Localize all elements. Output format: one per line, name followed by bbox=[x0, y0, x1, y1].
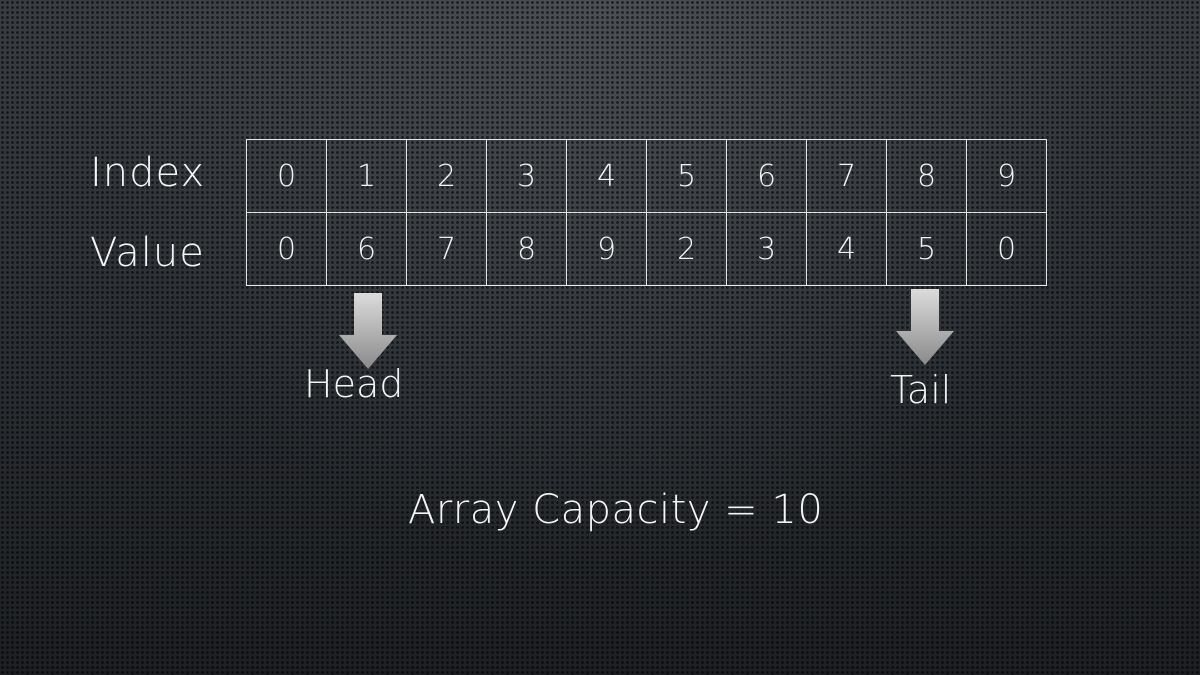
index-cell: 4 bbox=[566, 139, 647, 213]
head-label: Head bbox=[304, 362, 404, 406]
value-cell: 8 bbox=[486, 212, 567, 286]
tail-label: Tail bbox=[890, 368, 952, 412]
value-cell: 0 bbox=[246, 212, 327, 286]
index-row-label: Index bbox=[90, 150, 206, 196]
value-cell: 7 bbox=[406, 212, 487, 286]
index-cell: 9 bbox=[966, 139, 1047, 213]
value-cell: 4 bbox=[806, 212, 887, 286]
index-cell: 7 bbox=[806, 139, 887, 213]
index-cell: 5 bbox=[646, 139, 727, 213]
array-capacity-text: Array Capacity = 10 bbox=[408, 487, 824, 533]
index-cell: 2 bbox=[406, 139, 487, 213]
index-cell: 1 bbox=[326, 139, 407, 213]
index-cell: 8 bbox=[886, 139, 967, 213]
array-table: 0 1 2 3 4 5 6 7 8 9 0 6 7 8 9 2 3 4 5 0 bbox=[246, 139, 1047, 286]
index-cell: 0 bbox=[246, 139, 327, 213]
value-cell: 6 bbox=[326, 212, 407, 286]
index-row: 0 1 2 3 4 5 6 7 8 9 bbox=[246, 139, 1047, 213]
tail-down-arrow-icon bbox=[896, 289, 954, 365]
value-row: 0 6 7 8 9 2 3 4 5 0 bbox=[246, 212, 1047, 286]
value-cell: 9 bbox=[566, 212, 647, 286]
value-row-label: Value bbox=[90, 230, 205, 276]
value-cell: 5 bbox=[886, 212, 967, 286]
value-cell: 2 bbox=[646, 212, 727, 286]
head-down-arrow-icon bbox=[339, 293, 397, 369]
value-cell: 0 bbox=[966, 212, 1047, 286]
index-cell: 6 bbox=[726, 139, 807, 213]
value-cell: 3 bbox=[726, 212, 807, 286]
index-cell: 3 bbox=[486, 139, 567, 213]
